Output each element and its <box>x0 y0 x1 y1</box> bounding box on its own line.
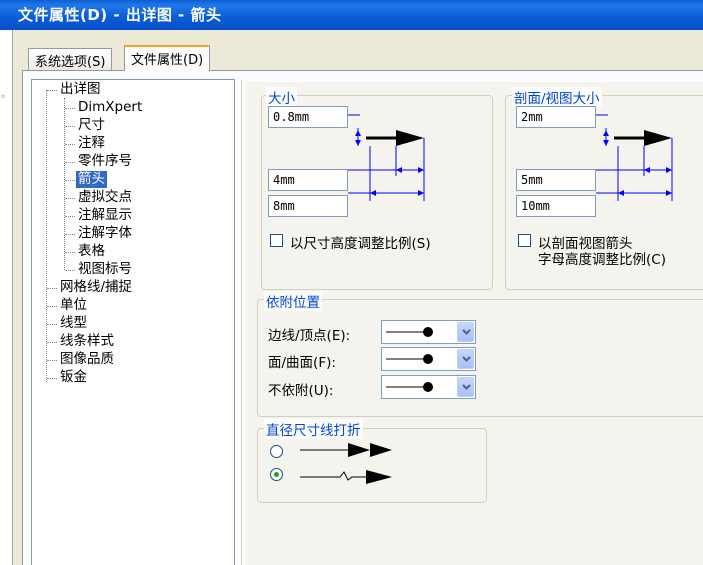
tree-connector <box>47 90 57 91</box>
jogged-dim-line-icon <box>300 470 392 484</box>
tree-item-notes[interactable]: 注释 <box>78 135 105 152</box>
tree-connector <box>65 144 75 145</box>
tree-item-sheet-metal[interactable]: 钣金 <box>60 369 87 386</box>
tree-item-arrows[interactable]: 箭头 <box>76 171 107 188</box>
background-window-strip: ◦ <box>0 30 13 565</box>
tree-item-tables[interactable]: 表格 <box>78 243 105 260</box>
section-arrow-length-field[interactable]: 10mm <box>516 195 596 217</box>
unattached-label: 不依附(U): <box>268 383 334 399</box>
options-tree[interactable]: 出详图 DimXpert 尺寸 注释 零件序号 箭头 虚拟交点 注解显示 注解字… <box>31 79 235 565</box>
tree-connector <box>47 324 57 325</box>
tree-connector <box>65 126 75 127</box>
tab-system-options[interactable]: 系统选项(S) <box>28 48 113 70</box>
edge-vertex-combo[interactable] <box>381 320 476 344</box>
tree-connector <box>65 162 75 163</box>
chevron-down-icon[interactable] <box>457 322 474 342</box>
dot-arrow-icon <box>386 327 433 337</box>
tree-connector <box>47 378 57 379</box>
tree-item-line-style[interactable]: 线条样式 <box>60 333 114 350</box>
jogged-dimension-radio[interactable] <box>270 468 283 481</box>
strip-marker: ◦ <box>0 92 6 103</box>
tree-connector <box>65 270 75 271</box>
tree-item-balloons[interactable]: 零件序号 <box>78 153 132 170</box>
tree-item-line-font[interactable]: 线型 <box>60 315 87 332</box>
chevron-down-icon[interactable] <box>457 349 474 369</box>
arrow-length-field[interactable]: 8mm <box>268 195 348 217</box>
scale-with-dim-height-checkbox[interactable] <box>270 234 283 247</box>
straight-dim-line-icon <box>300 443 392 457</box>
panel-divider <box>241 80 242 565</box>
dot-arrow-icon <box>386 382 433 392</box>
tree-item-image-quality[interactable]: 图像品质 <box>60 351 114 368</box>
tree-item-annotation-display[interactable]: 注解显示 <box>78 207 132 224</box>
tree-connector <box>65 216 75 217</box>
dot-arrow-icon <box>386 354 433 364</box>
tree-connector <box>47 360 57 361</box>
section-arrow-size-diagram <box>596 114 673 201</box>
arrow-size-diagram <box>348 114 425 201</box>
edge-vertex-label: 边线/顶点(E): <box>268 328 351 344</box>
face-surface-label: 面/曲面(F): <box>268 355 336 371</box>
tree-connector <box>65 234 75 235</box>
section-view-size-title: 剖面/视图大小 <box>512 87 602 107</box>
tree-connector <box>47 342 57 343</box>
tree-connector <box>65 108 75 109</box>
diameter-jog-group <box>257 428 487 503</box>
radio-selected-dot <box>274 472 279 477</box>
scale-with-dim-height-label: 以尺寸高度调整比例(S) <box>290 236 431 252</box>
tree-connector <box>47 306 57 307</box>
tree-item-dimensions[interactable]: 尺寸 <box>78 117 105 134</box>
face-surface-combo[interactable] <box>381 347 476 371</box>
tree-connector <box>64 98 65 270</box>
unattached-combo[interactable] <box>381 375 476 399</box>
attachment-group-title: 依附位置 <box>264 291 322 311</box>
tree-connector <box>65 180 75 181</box>
tree-item-dimxpert[interactable]: DimXpert <box>78 99 142 116</box>
tree-item-grid-snap[interactable]: 网格线/捕捉 <box>60 279 132 296</box>
section-scale-label-line2: 字母高度调整比例(C) <box>538 252 666 268</box>
tree-item-virtual-sharps[interactable]: 虚拟交点 <box>78 189 132 206</box>
section-scale-checkbox[interactable] <box>518 234 531 247</box>
tree-item-units[interactable]: 单位 <box>60 297 87 314</box>
size-group-title: 大小 <box>266 87 297 107</box>
tab-document-properties[interactable]: 文件属性(D) <box>124 45 211 71</box>
tree-item-detailing[interactable]: 出详图 <box>60 81 101 98</box>
tree-connector <box>47 288 57 289</box>
arrow-height-field[interactable]: 0.8mm <box>268 106 348 128</box>
tree-connector <box>65 198 75 199</box>
chevron-down-icon[interactable] <box>457 377 474 397</box>
tree-item-view-labels[interactable]: 视图标号 <box>78 261 132 278</box>
tree-connector <box>65 252 75 253</box>
arrow-width-field[interactable]: 4mm <box>268 169 348 191</box>
section-arrow-height-field[interactable]: 2mm <box>516 106 596 128</box>
section-arrow-width-field[interactable]: 5mm <box>516 169 596 191</box>
diameter-jog-title: 直径尺寸线打折 <box>264 419 363 439</box>
tree-item-annotation-font[interactable]: 注解字体 <box>78 225 132 242</box>
tree-connector <box>46 90 47 382</box>
straight-dimension-radio[interactable] <box>270 445 283 458</box>
window-title: 文件属性(D) - 出详图 - 箭头 <box>0 0 703 30</box>
